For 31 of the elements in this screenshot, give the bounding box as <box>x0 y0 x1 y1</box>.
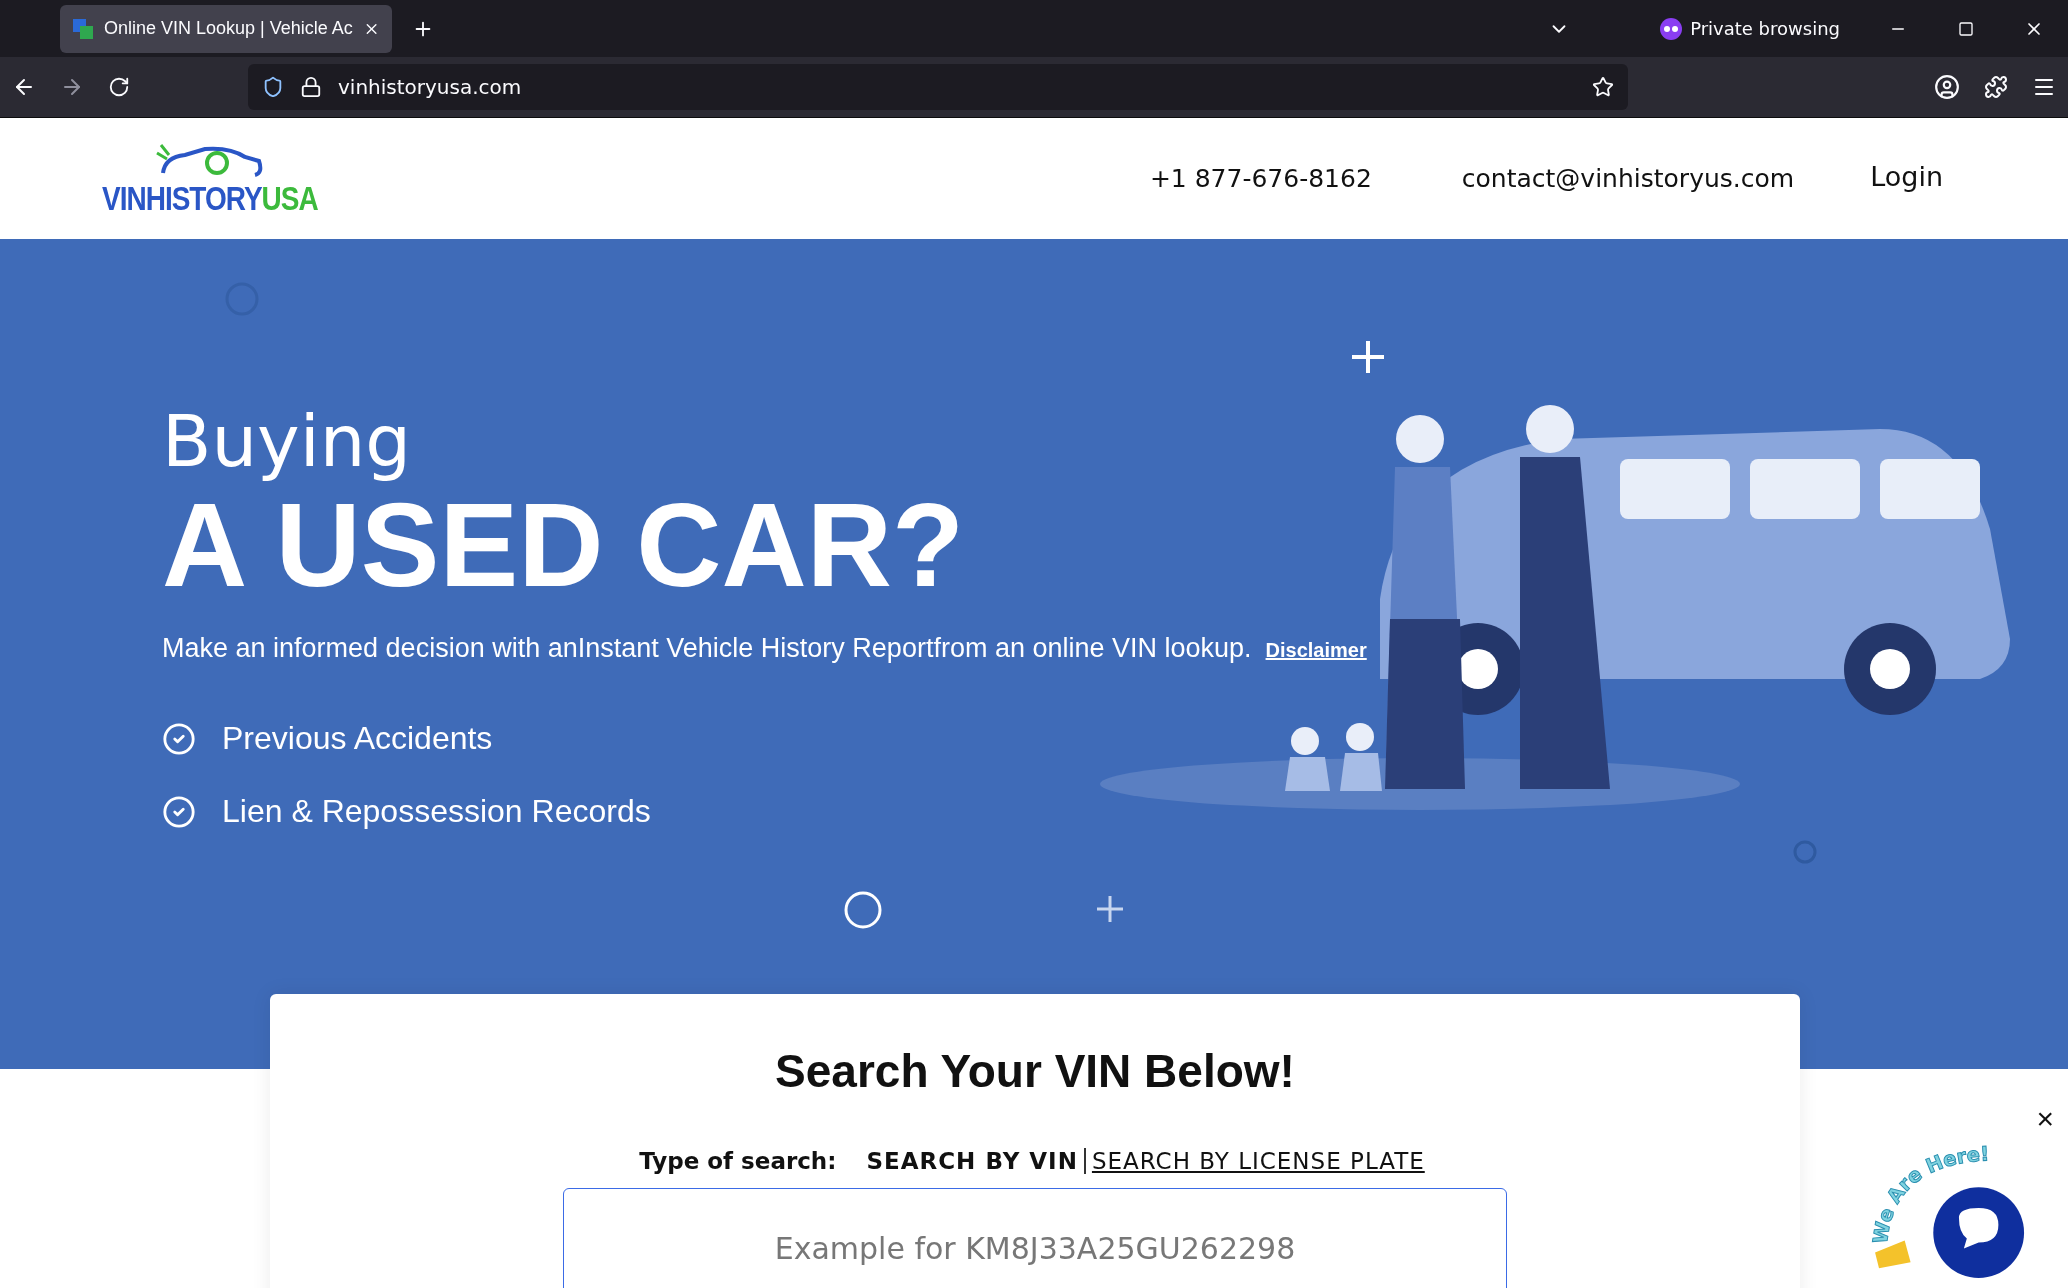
search-title: Search Your VIN Below! <box>775 1044 1295 1098</box>
reload-icon[interactable] <box>108 76 130 98</box>
site-logo[interactable]: VINHISTORYUSA <box>102 142 318 215</box>
circle-decoration-icon <box>1792 839 1818 865</box>
maximize-icon[interactable] <box>1958 20 1974 37</box>
account-icon[interactable] <box>1934 74 1960 100</box>
address-bar[interactable]: vinhistoryusa.com <box>248 64 1628 110</box>
favicon-icon <box>72 17 94 40</box>
plus-decoration-icon <box>1350 339 1386 375</box>
hero-subtitle: Make an informed decision with anInstant Vehicle History Reportfrom an online VIN lookup. <box>162 633 1252 664</box>
shield-icon <box>262 76 284 98</box>
feature-label: Lien & Repossession Records <box>222 793 651 830</box>
private-mask-icon <box>1660 17 1683 40</box>
search-type-link[interactable]: SEARCH BY VIN <box>860 1148 1084 1174</box>
phone-link[interactable]: +1 877-676-8162 <box>1149 164 1372 193</box>
lock-icon <box>300 76 322 98</box>
search-type-label: Type of search: <box>639 1148 837 1174</box>
circle-decoration-icon <box>842 889 884 931</box>
email-link[interactable]: contact@vinhistoryus.com <box>1461 164 1795 193</box>
feature-label: Previous Accidents <box>222 720 493 757</box>
browser-tab[interactable]: Online VIN Lookup | Vehicle Ac <box>60 4 392 53</box>
disclaimer-link[interactable]: Disclaimer <box>1265 639 1367 662</box>
plus-decoration-icon <box>1095 894 1125 924</box>
bookmark-star-icon[interactable] <box>1592 76 1614 98</box>
vin-input-field[interactable]: Example for KM8J33A25GU262298 <box>563 1188 1507 1288</box>
login-link[interactable]: Login <box>1870 161 1943 192</box>
hero-kicker: Buying <box>162 399 412 483</box>
search-type-link[interactable]: SEARCH BY LICENSE PLATE <box>1083 1148 1431 1174</box>
extensions-icon[interactable] <box>1984 75 2008 99</box>
private-browsing-label: Private browsing <box>1690 18 1840 39</box>
close-chat-button[interactable]: × <box>2030 1101 2060 1137</box>
